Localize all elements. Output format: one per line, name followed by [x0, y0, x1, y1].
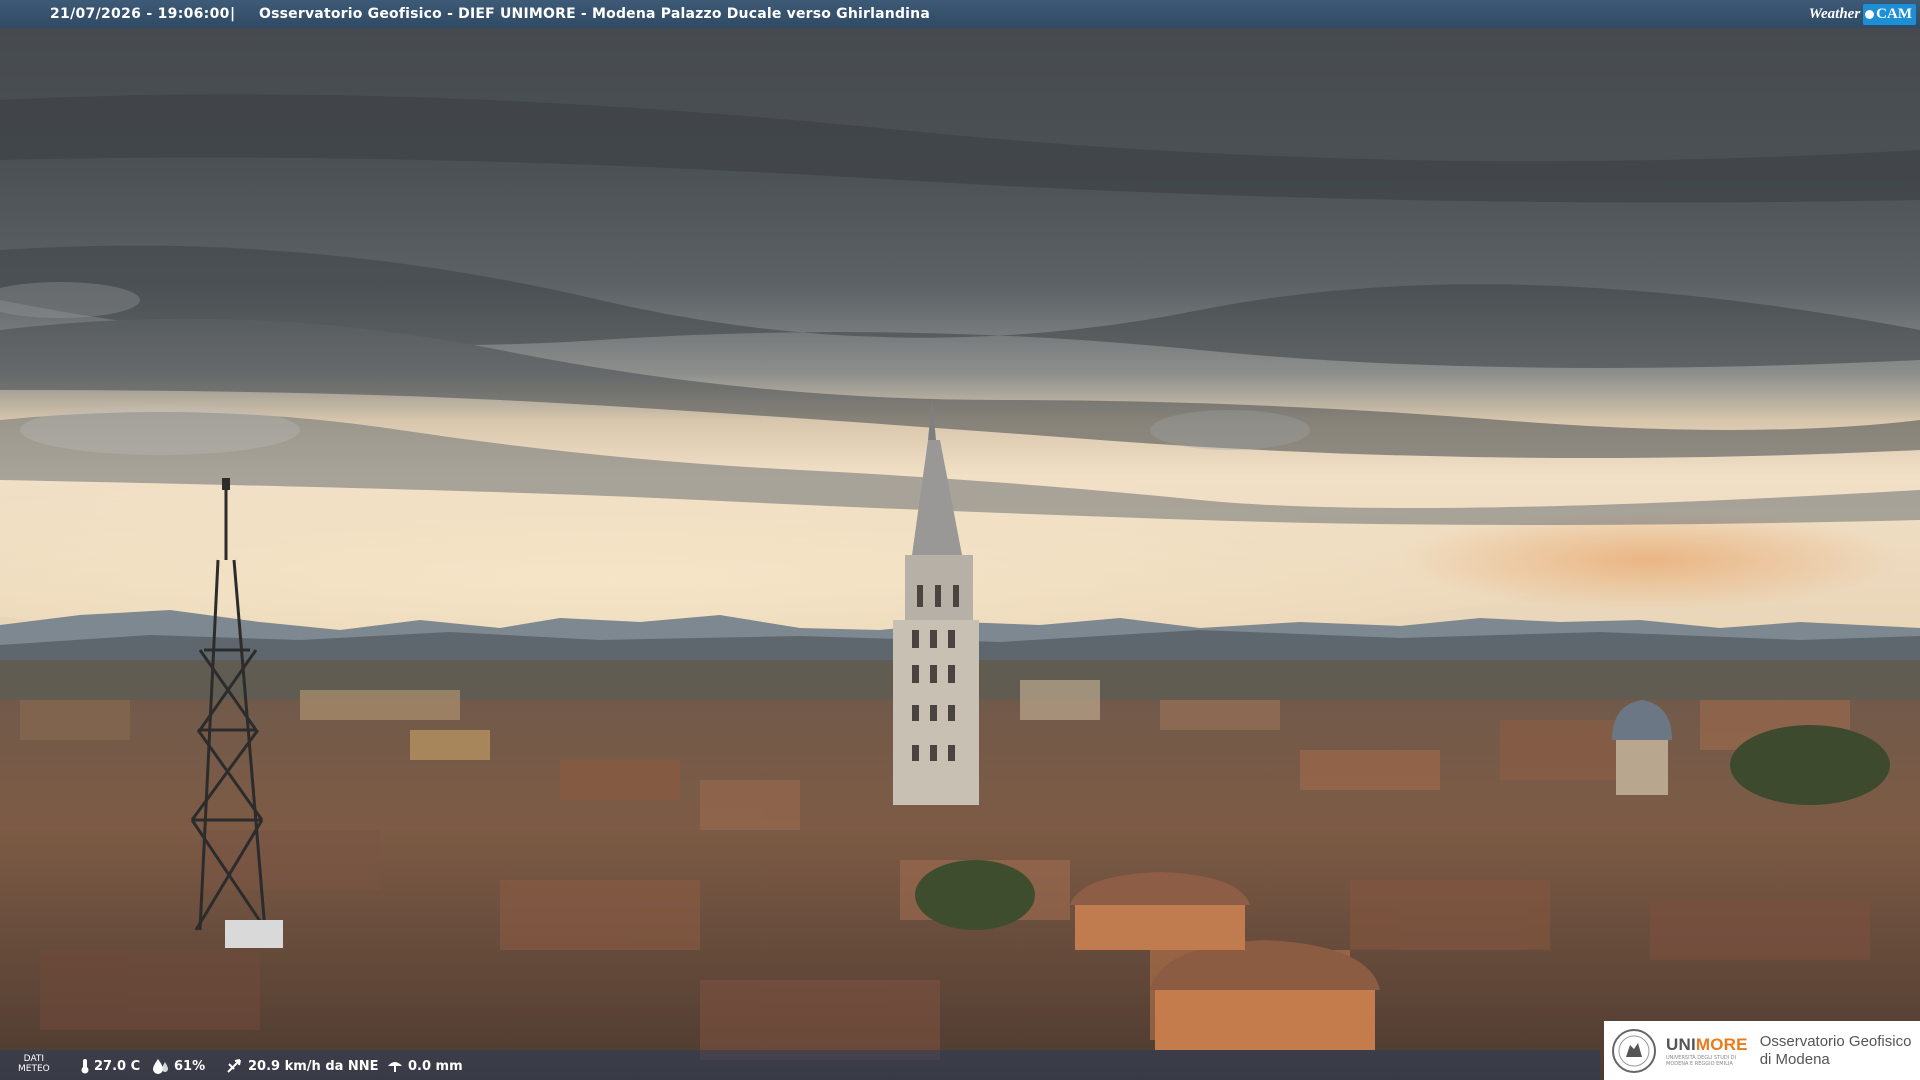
label-line-1: DATI: [23, 1054, 45, 1064]
label-line-2: METEO: [18, 1064, 50, 1074]
temperature-readout: 27.0 C: [80, 1058, 140, 1074]
lens-icon: [1865, 9, 1875, 19]
camera-name: Osservatorio Geofisico - DIEF UNIMORE - …: [259, 6, 930, 22]
weather-data-bar: DATI METEO 27.0 C 61% 20.9 km/h da NNE 0…: [0, 1050, 1600, 1080]
observatory-line-1: Osservatorio Geofisico: [1759, 1032, 1912, 1050]
thermometer-icon: [81, 1059, 89, 1074]
wind-value: 20.9 km/h da NNE: [248, 1058, 379, 1074]
temperature-value: 27.0 C: [94, 1058, 141, 1074]
university-seal-icon: [1612, 1028, 1656, 1073]
brand-cam: CAM: [1876, 5, 1912, 22]
observatory-line-2: di Modena: [1759, 1050, 1830, 1068]
humidity-readout: 61%: [152, 1058, 205, 1074]
webcam-image: [0, 0, 1920, 1080]
rain-value: 0.0 mm: [408, 1058, 463, 1074]
observatory-name: Osservatorio Geofisico di Modena: [1760, 1033, 1912, 1069]
university-name-a: UNI: [1666, 1034, 1696, 1054]
separator: |: [230, 6, 236, 22]
humidity-value: 61%: [174, 1058, 206, 1074]
wind-vane-icon: [227, 1059, 241, 1073]
brand-weather: Weather: [1808, 5, 1861, 22]
rain-gauge-icon: [388, 1062, 402, 1072]
humidity-drop-icon: [153, 1059, 168, 1074]
weathercam-logo: Weather CAM: [1809, 3, 1916, 25]
university-name-b: MORE: [1695, 1034, 1748, 1054]
university-name: UNIMORE UNIVERSITÀ DEGLI STUDI DI MODENA…: [1666, 1035, 1748, 1067]
university-subtitle-2: MODENA E REGGIO EMILIA: [1666, 1060, 1733, 1067]
unimore-observatory-logo: UNIMORE UNIVERSITÀ DEGLI STUDI DI MODENA…: [1604, 1021, 1920, 1080]
brand-cam-badge: CAM: [1863, 3, 1916, 25]
top-overlay-bar: 21/07/2026 - 19:06:00 | Osservatorio Geo…: [0, 0, 1920, 28]
rain-readout: 0.0 mm: [386, 1058, 463, 1074]
timestamp: 21/07/2026 - 19:06:00: [50, 6, 230, 22]
weather-data-label: DATI METEO: [18, 1054, 50, 1074]
wind-readout: 20.9 km/h da NNE: [226, 1058, 379, 1074]
